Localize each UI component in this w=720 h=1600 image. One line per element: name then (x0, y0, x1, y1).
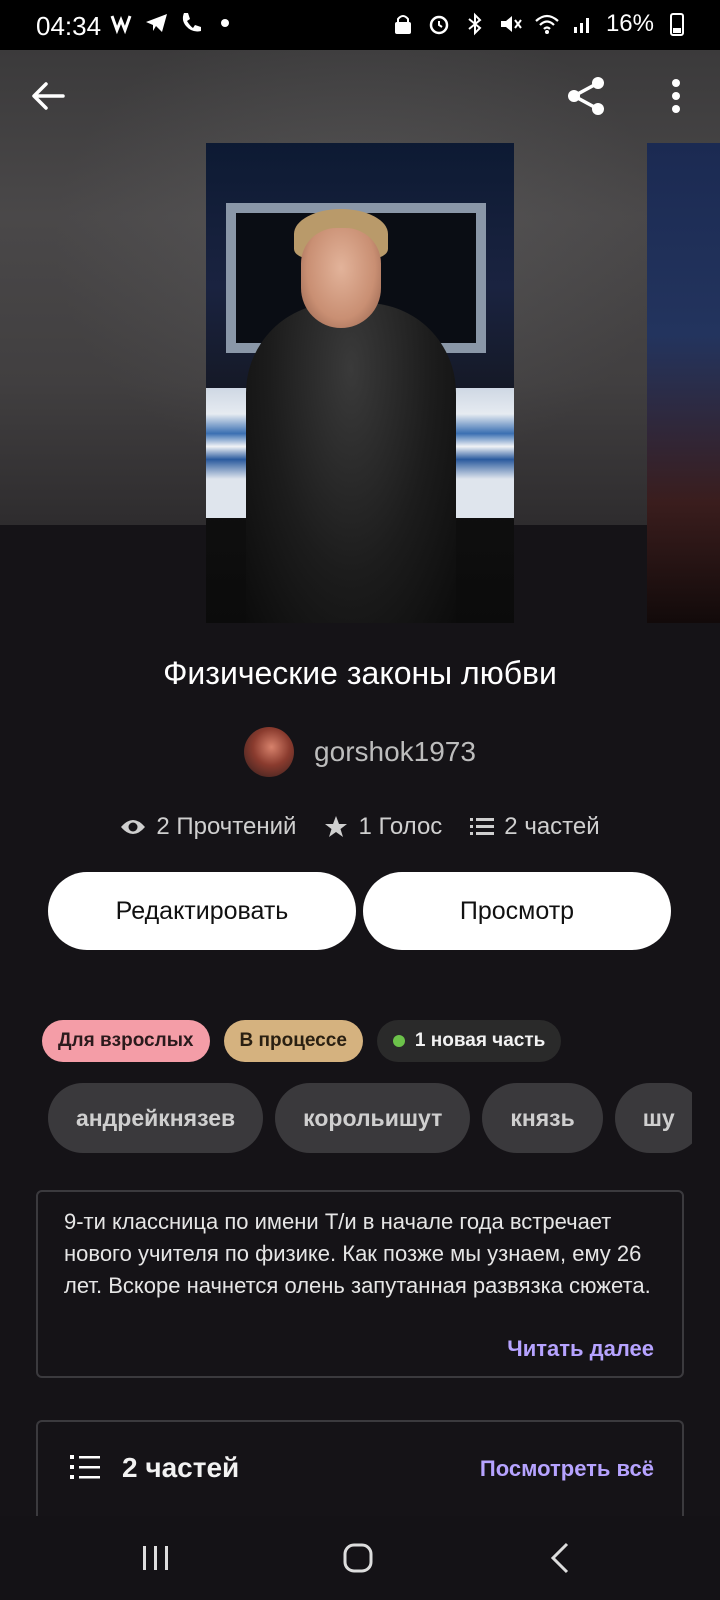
preview-button[interactable]: Просмотр (363, 872, 671, 950)
reads-stat: 2 Прочтений (120, 813, 296, 841)
edit-button[interactable]: Редактировать (48, 872, 356, 950)
alarm-icon (429, 15, 449, 35)
lock-icon (394, 15, 411, 34)
new-dot-icon (392, 1035, 405, 1047)
home-button[interactable] (330, 1538, 386, 1578)
battery-icon (670, 13, 684, 36)
status-badges: Для взрослых В процессе 1 новая часть (42, 1020, 562, 1062)
more-vertical-icon (672, 79, 680, 113)
phone-icon (182, 13, 201, 32)
in-progress-badge: В процессе (223, 1020, 363, 1062)
tag-chip[interactable]: корольишут (275, 1083, 471, 1153)
read-more-link[interactable]: Читать далее (507, 1336, 654, 1362)
status-bar: 04:34 16% (0, 0, 720, 50)
battery-percent: 16% (605, 10, 654, 37)
recent-apps-icon (143, 1546, 168, 1570)
signal-icon (573, 18, 589, 33)
parts-card: 2 частей Посмотреть всё (36, 1420, 684, 1518)
see-all-link[interactable]: Посмотреть всё (480, 1456, 654, 1482)
tag-chip[interactable]: князь (482, 1083, 603, 1153)
system-nav-bar (0, 1516, 720, 1600)
wifi-icon (535, 14, 559, 34)
new-part-label: 1 новая часть (414, 1030, 546, 1051)
mute-icon (500, 16, 522, 32)
recent-apps-button[interactable] (128, 1538, 184, 1578)
story-title: Физические законы любви (163, 655, 557, 691)
story-cover-image[interactable] (206, 143, 514, 623)
list-icon (70, 1455, 100, 1479)
votes-stat: 1 Голос (324, 813, 442, 841)
list-icon (470, 818, 495, 835)
reads-count: 2 Прочтений (156, 813, 297, 840)
tag-chip[interactable]: андрейкнязев (48, 1083, 264, 1153)
system-back-button[interactable] (532, 1538, 588, 1578)
tag-chip[interactable]: шу (614, 1083, 692, 1153)
next-cover-image[interactable] (647, 143, 720, 623)
story-stats: 2 Прочтений 1 Голос 2 частей (0, 813, 720, 841)
more-options-button[interactable] (648, 68, 704, 124)
arrow-left-icon (32, 82, 65, 110)
author-row[interactable]: gorshok1973 (0, 727, 720, 777)
eye-icon (121, 820, 146, 834)
tags-row[interactable]: андрейкнязев корольишут князь шу (48, 1083, 692, 1155)
share-button[interactable] (558, 68, 614, 124)
share-icon (568, 77, 604, 115)
bluetooth-icon (468, 12, 482, 36)
home-icon (343, 1543, 373, 1573)
parts-title: 2 частей (122, 1452, 240, 1483)
story-description: 9-ти классница по имени Т/и в начале год… (64, 1209, 651, 1298)
avatar[interactable] (244, 727, 295, 777)
adult-badge: Для взрослых (42, 1020, 210, 1062)
chevron-left-icon (550, 1542, 569, 1574)
star-icon (325, 816, 348, 837)
votes-count: 1 Голос (358, 813, 443, 840)
status-notification-icons (110, 10, 238, 36)
back-button[interactable] (20, 68, 76, 124)
parts-stat: 2 частей (470, 813, 600, 841)
wattpad-notification-icon (110, 15, 132, 35)
story-description-card: 9-ти классница по имени Т/и в начале год… (36, 1190, 684, 1378)
parts-count: 2 частей (504, 813, 600, 840)
dot-icon (221, 19, 229, 27)
new-part-badge[interactable]: 1 новая часть (376, 1020, 562, 1062)
status-system-icons: 16% (390, 10, 690, 38)
status-time: 04:34 (36, 11, 102, 41)
telegram-icon (146, 14, 167, 32)
author-name[interactable]: gorshok1973 (314, 736, 476, 768)
